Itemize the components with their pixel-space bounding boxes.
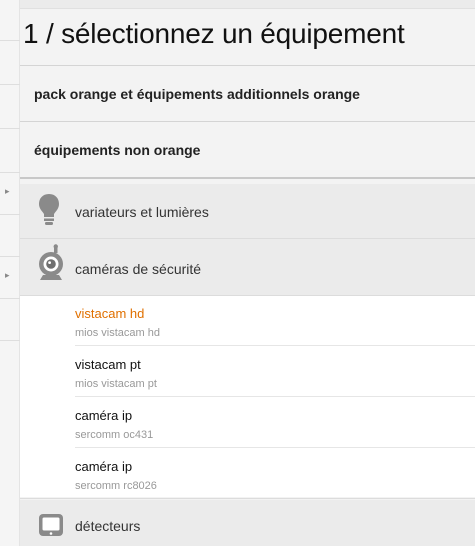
- security-camera-icon: [37, 244, 65, 287]
- device-model: sercomm rc8026: [75, 480, 157, 492]
- chevron-right-icon[interactable]: ▸: [5, 186, 10, 196]
- device-type-label: variateurs et lumières: [75, 204, 209, 220]
- device-type-lighting[interactable]: variateurs et lumières: [20, 184, 475, 238]
- divider: [75, 396, 475, 397]
- device-model: mios vistacam pt: [75, 378, 157, 390]
- left-divider: [0, 298, 20, 299]
- device-name: caméra ip: [75, 459, 133, 474]
- device-model: sercomm oc431: [75, 429, 154, 441]
- divider: [20, 121, 475, 122]
- divider: [20, 498, 475, 499]
- left-divider: [0, 40, 20, 41]
- left-divider: [0, 214, 20, 215]
- divider: [75, 345, 475, 346]
- equipment-selector-panel: 1 / sélectionnez un équipement pack oran…: [20, 0, 475, 546]
- category-orange-pack[interactable]: pack orange et équipements additionnels …: [34, 86, 360, 102]
- list-item[interactable]: vistacam hd mios vistacam hd: [75, 296, 475, 346]
- device-type-security-cameras[interactable]: caméras de sécurité: [20, 239, 475, 295]
- detector-icon: [38, 513, 64, 544]
- left-divider: [0, 84, 20, 85]
- page-title: 1 / sélectionnez un équipement: [23, 18, 405, 49]
- top-strip: [20, 0, 475, 9]
- lightbulb-icon: [38, 193, 60, 232]
- device-model: mios vistacam hd: [75, 327, 160, 339]
- divider: [75, 447, 475, 448]
- device-name: caméra ip: [75, 408, 133, 423]
- left-divider: [0, 256, 20, 257]
- device-type-label: détecteurs: [75, 518, 141, 534]
- chevron-right-icon[interactable]: ▸: [5, 270, 10, 280]
- list-item[interactable]: caméra ip sercomm oc431: [75, 398, 475, 448]
- left-panel-edge: ▸ ▸: [0, 0, 20, 546]
- device-name: vistacam hd: [75, 306, 145, 321]
- left-divider: [0, 172, 20, 173]
- left-divider: [0, 128, 20, 129]
- category-non-orange[interactable]: équipements non orange: [34, 142, 200, 158]
- left-divider: [0, 340, 20, 341]
- list-item[interactable]: caméra ip sercomm rc8026: [75, 449, 475, 499]
- device-type-detectors[interactable]: détecteurs: [20, 500, 475, 546]
- device-type-label: caméras de sécurité: [75, 261, 202, 277]
- list-item[interactable]: vistacam pt mios vistacam pt: [75, 347, 475, 397]
- device-list: vistacam hd mios vistacam hd vistacam pt…: [20, 296, 475, 497]
- divider: [20, 65, 475, 66]
- divider: [20, 177, 475, 179]
- device-name: vistacam pt: [75, 357, 141, 372]
